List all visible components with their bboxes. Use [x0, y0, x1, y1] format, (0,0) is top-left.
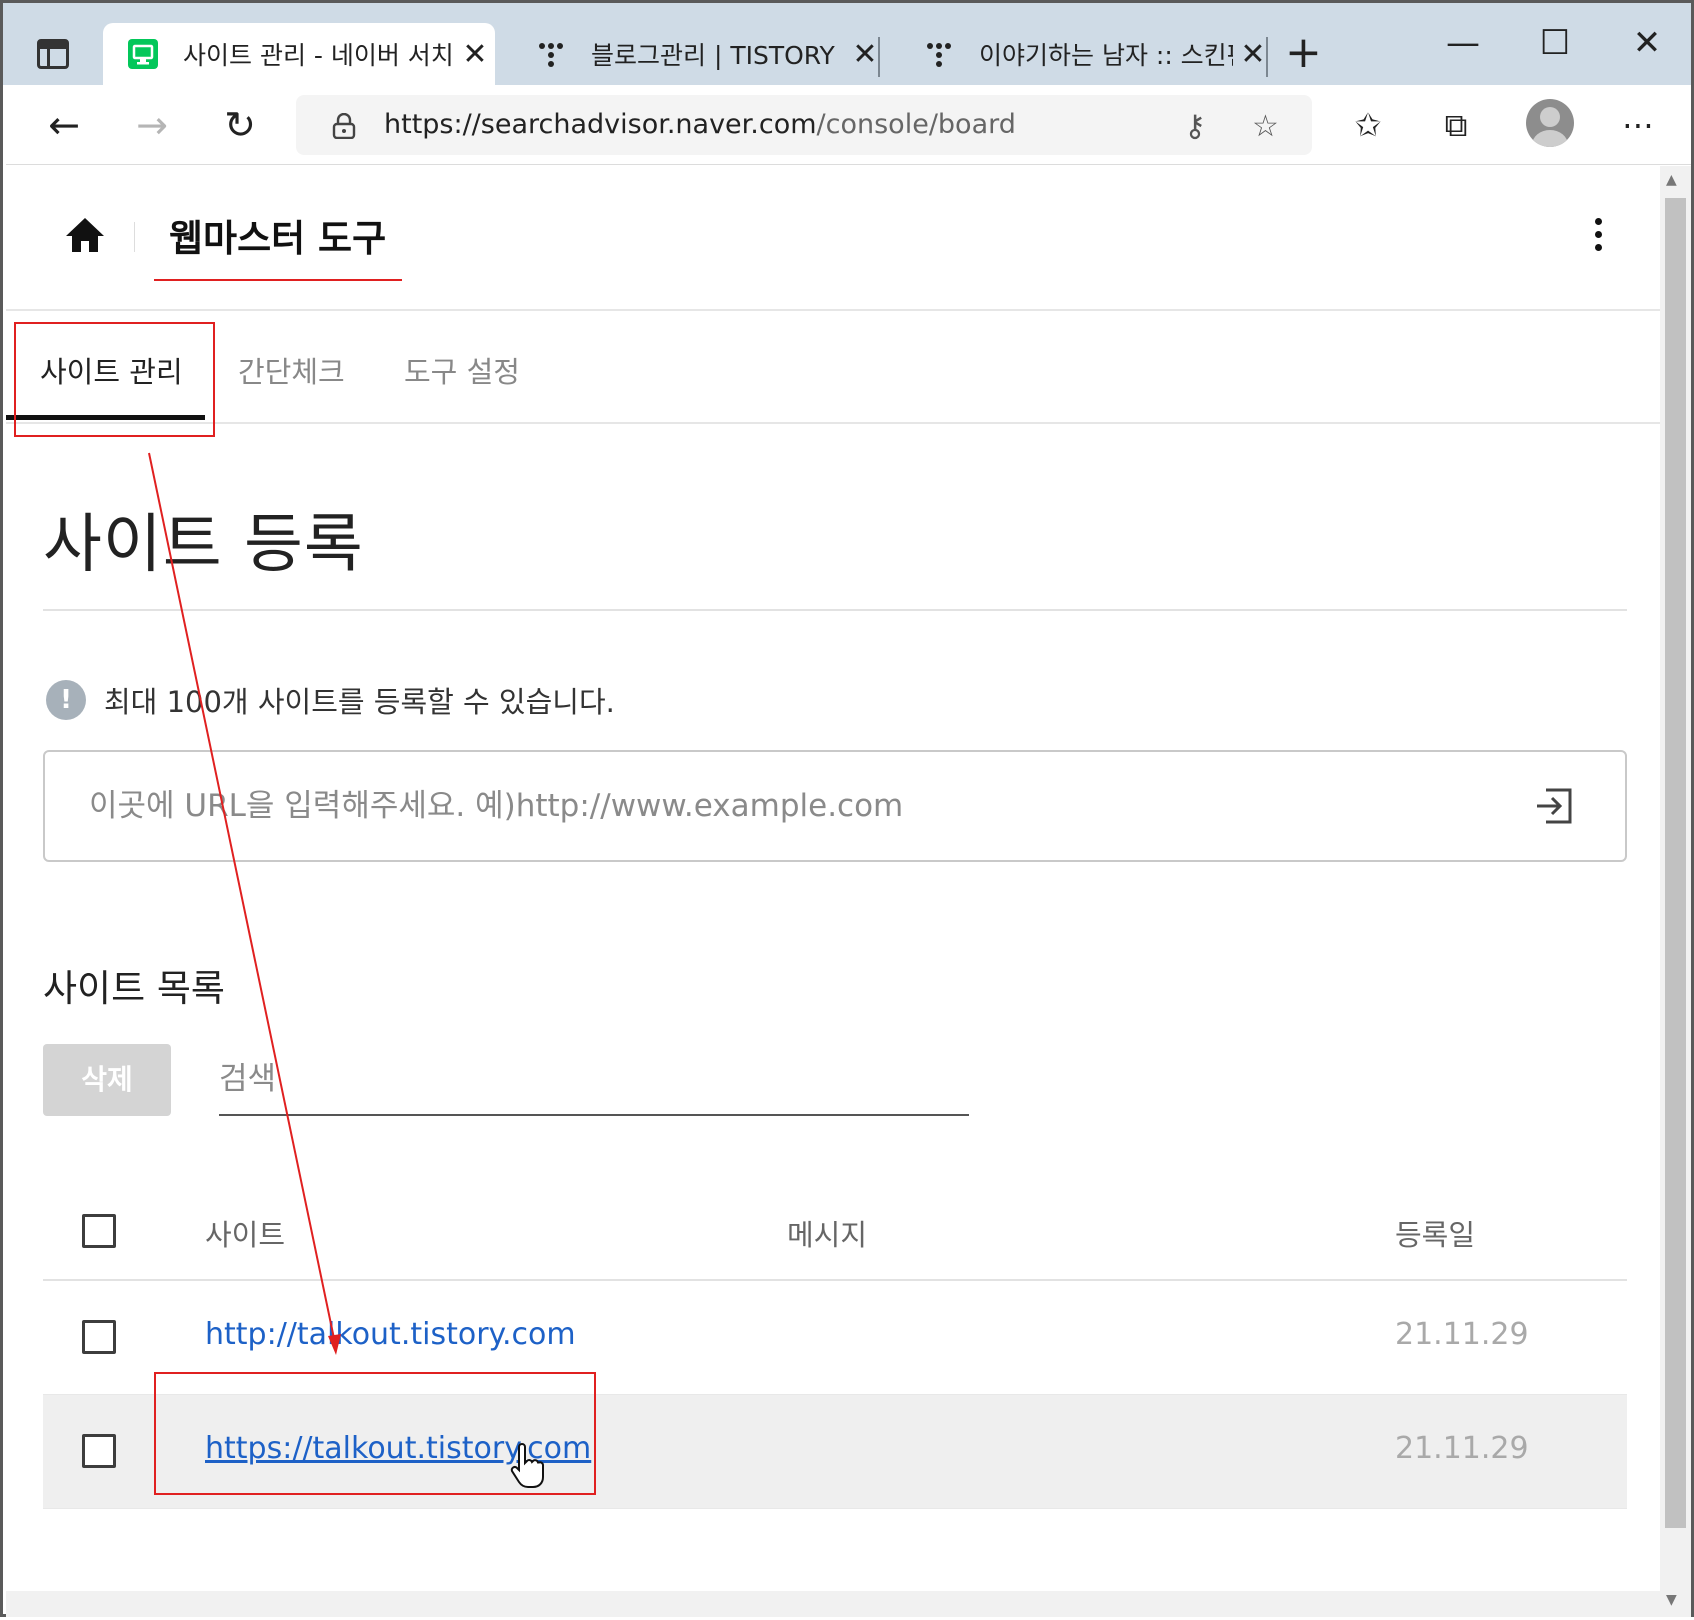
- header-divider: [134, 222, 135, 252]
- tab-title: 사이트 관리 - 네이버 서치어드바이저: [183, 41, 455, 70]
- scroll-down-icon[interactable]: ▼: [1666, 1592, 1677, 1608]
- annotation-underline: [154, 279, 402, 281]
- kebab-menu-icon[interactable]: [1592, 218, 1604, 254]
- url-text[interactable]: https://searchadvisor.naver.com/console/…: [384, 95, 1016, 155]
- close-tab-icon[interactable]: ✕: [455, 37, 495, 72]
- tab-title: 블로그관리 | TISTORY: [591, 41, 835, 70]
- url-input-box: [43, 750, 1627, 862]
- scroll-up-icon[interactable]: ▲: [1666, 172, 1677, 188]
- site-url-input[interactable]: [89, 752, 1389, 860]
- tab-separator: [1266, 37, 1268, 77]
- more-options-icon[interactable]: ⋯: [1614, 101, 1662, 149]
- header-title: 웹마스터 도구: [169, 217, 387, 260]
- tab-tistory-blog[interactable]: 블로그관리 | TISTORY ✕: [511, 23, 885, 85]
- new-tab-icon[interactable]: +: [1285, 31, 1322, 75]
- browser-toolbar: ← → ↻ https://searchadvisor.naver.com/co…: [6, 85, 1691, 165]
- url-path: /console/board: [816, 109, 1016, 140]
- vertical-scrollbar[interactable]: ▲ ▼: [1660, 166, 1691, 1617]
- register-title: 사이트 등록: [43, 508, 364, 582]
- tab-tistory-skin[interactable]: 이야기하는 남자 :: 스킨편집 ✕: [899, 23, 1273, 85]
- tab-tool-settings[interactable]: 도구 설정: [404, 349, 520, 391]
- tab-strip: 사이트 관리 - 네이버 서치어드바이저 ✕ 블로그관리 | TISTORY ✕…: [3, 3, 1691, 85]
- column-date: 등록일: [1395, 1218, 1476, 1252]
- divider: [43, 609, 1627, 611]
- console-header: 웹마스터 도구: [6, 166, 1660, 311]
- registered-date: 21.11.29: [1395, 1431, 1529, 1466]
- notice: ! 최대 100개 사이트를 등록할 수 있습니다.: [46, 678, 615, 722]
- forward-icon[interactable]: →: [124, 97, 180, 153]
- tab-quick-check[interactable]: 간단체크: [238, 349, 345, 391]
- notice-text: 최대 100개 사이트를 등록할 수 있습니다.: [104, 685, 615, 719]
- tistory-icon: [539, 43, 563, 67]
- submit-icon[interactable]: [1534, 786, 1574, 826]
- key-icon[interactable]: ⚷: [1184, 109, 1206, 144]
- back-icon[interactable]: ←: [36, 97, 92, 153]
- address-bar[interactable]: https://searchadvisor.naver.com/console/…: [296, 95, 1312, 155]
- scrollbar-thumb[interactable]: [1665, 198, 1686, 1528]
- horizontal-scrollbar[interactable]: [6, 1591, 1660, 1617]
- row-checkbox[interactable]: [82, 1320, 116, 1354]
- search-input[interactable]: [219, 1044, 969, 1114]
- home-icon[interactable]: [64, 216, 106, 254]
- search-box: [219, 1044, 969, 1116]
- tistory-icon: [927, 43, 951, 67]
- console-tabs: 사이트 관리 간단체크 도구 설정: [6, 311, 1660, 424]
- annotation-box-tab: [14, 322, 215, 437]
- lock-icon[interactable]: [332, 113, 356, 139]
- info-icon: !: [46, 680, 86, 720]
- tab-actions-icon[interactable]: [37, 39, 69, 69]
- hand-cursor-icon: [510, 1443, 544, 1488]
- tab-searchadvisor[interactable]: 사이트 관리 - 네이버 서치어드바이저 ✕: [103, 23, 495, 85]
- tab-title: 이야기하는 남자 :: 스킨편집: [979, 41, 1233, 70]
- site-list-title: 사이트 목록: [43, 967, 225, 1010]
- collections-icon[interactable]: ⧉: [1432, 101, 1480, 149]
- browser-window: 사이트 관리 - 네이버 서치어드바이저 ✕ 블로그관리 | TISTORY ✕…: [0, 0, 1694, 1617]
- refresh-icon[interactable]: ↻: [212, 97, 268, 153]
- profile-avatar[interactable]: [1526, 99, 1574, 147]
- row-checkbox[interactable]: [82, 1434, 116, 1468]
- tab-separator: [878, 37, 880, 77]
- url-host: https://searchadvisor.naver.com: [384, 109, 817, 140]
- minimize-icon[interactable]: —: [1443, 23, 1483, 63]
- site-link[interactable]: http://talkout.tistory.com: [205, 1317, 576, 1352]
- column-site: 사이트: [205, 1218, 286, 1252]
- favorites-icon[interactable]: ✩: [1344, 101, 1392, 149]
- delete-button[interactable]: 삭제: [43, 1044, 171, 1116]
- close-window-icon[interactable]: ✕: [1627, 23, 1667, 63]
- naver-searchadvisor-icon: [128, 39, 158, 69]
- select-all-checkbox[interactable]: [82, 1214, 116, 1248]
- add-favorite-icon[interactable]: ☆: [1252, 109, 1279, 144]
- registered-date: 21.11.29: [1395, 1317, 1529, 1352]
- maximize-icon[interactable]: ☐: [1535, 23, 1575, 63]
- table-header: 사이트 메시지 등록일: [43, 1179, 1627, 1281]
- column-message: 메시지: [787, 1218, 868, 1252]
